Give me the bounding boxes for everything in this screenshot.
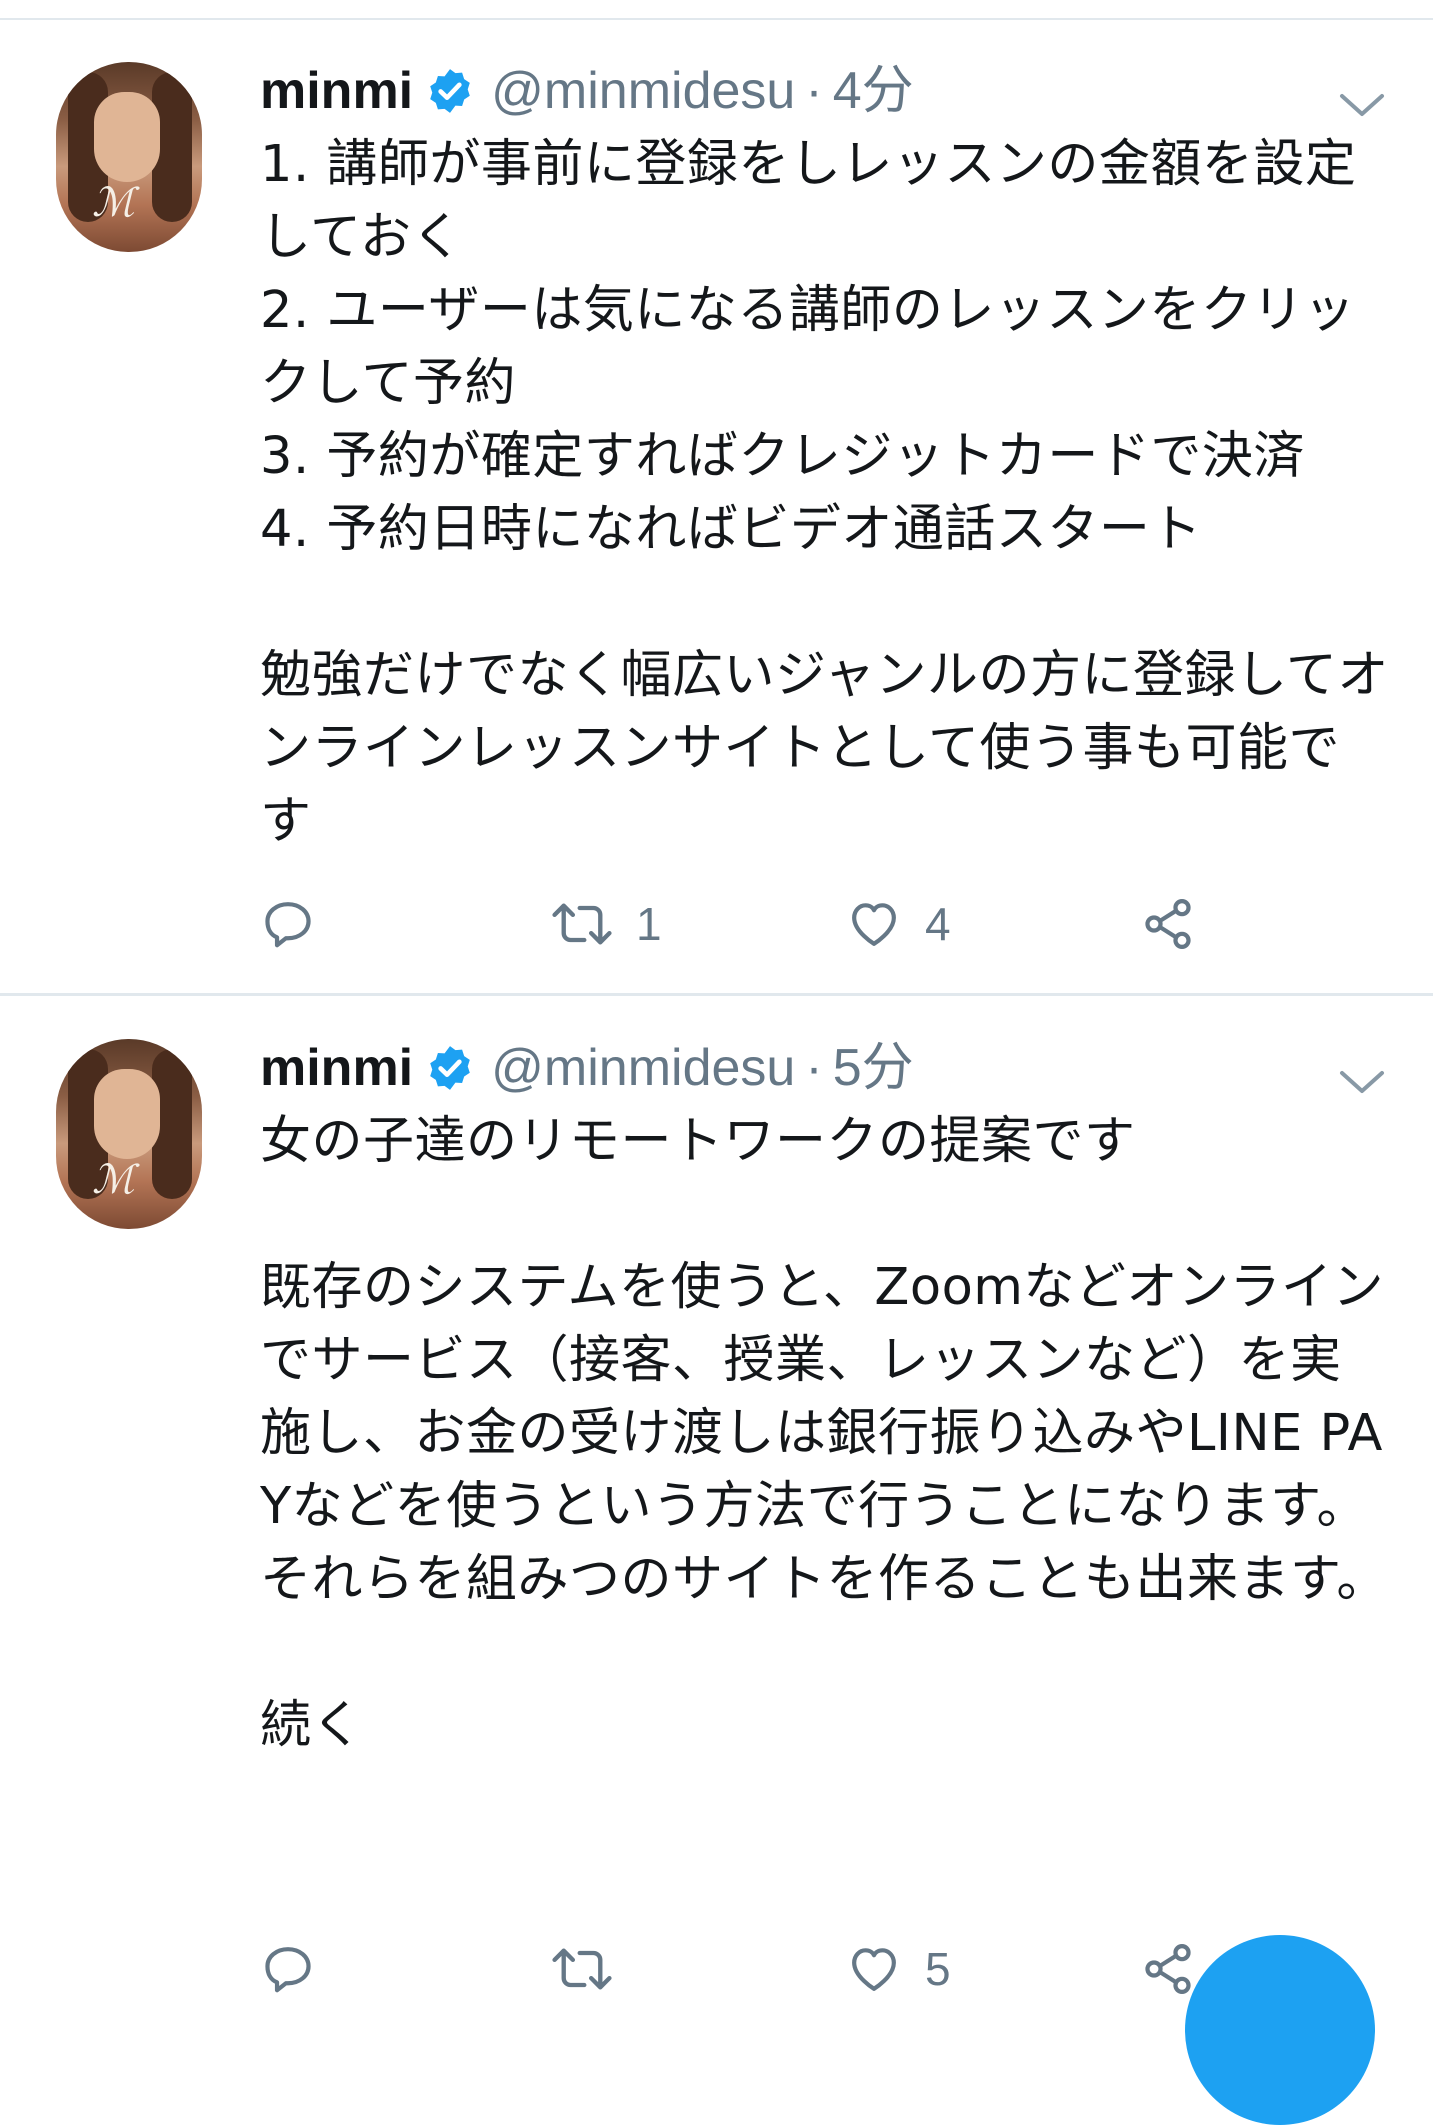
tweet-header: minmi @minmidesu · 5分 xyxy=(260,1031,1390,1105)
share-icon xyxy=(1145,1944,1191,1994)
reply-icon xyxy=(265,1947,311,1993)
reply-icon xyxy=(265,902,311,948)
timestamp[interactable]: 4分 xyxy=(833,54,914,128)
tweet-content: minmi @minmidesu · 4分 1. 講師が事前に登録をしレッスンの… xyxy=(260,54,1390,858)
share-icon xyxy=(1145,899,1191,949)
reply-button[interactable] xyxy=(260,1937,338,2001)
user-handle[interactable]: @minmidesu xyxy=(491,1031,795,1105)
separator-dot: · xyxy=(805,62,823,120)
tweet-header: minmi @minmidesu · 4分 xyxy=(260,54,1390,128)
verified-badge-icon xyxy=(430,1046,470,1090)
separator-dot: · xyxy=(805,1039,823,1097)
avatar-signature: ℳ xyxy=(92,180,135,226)
retweet-button[interactable]: 1 xyxy=(550,892,662,956)
tweet-text: 1. 講師が事前に登録をしレッスンの金額を設定しておく 2. ユーザーは気になる… xyxy=(260,135,1389,851)
tweet[interactable]: ℳ minmi @minmidesu · 4分 1. 講師が事前に登録をしレッス… xyxy=(0,20,1433,993)
retweet-icon xyxy=(552,1948,612,1990)
share-button[interactable] xyxy=(1140,892,1196,956)
tweet[interactable]: ℳ minmi @minmidesu · 5分 女の子達のリモートワークの提案で… xyxy=(0,997,1433,2010)
timestamp[interactable]: 5分 xyxy=(833,1031,914,1105)
heart-icon xyxy=(852,903,896,946)
compose-tweet-button[interactable] xyxy=(1185,1935,1375,2125)
display-name[interactable]: minmi xyxy=(260,54,413,128)
share-button[interactable] xyxy=(1140,1937,1196,2001)
retweet-count: 1 xyxy=(636,898,662,950)
display-name[interactable]: minmi xyxy=(260,1031,413,1105)
avatar[interactable]: ℳ xyxy=(56,1039,202,1229)
tweet-actions: 1 4 xyxy=(260,892,1260,956)
like-button[interactable]: 5 xyxy=(845,1937,951,2001)
like-button[interactable]: 4 xyxy=(845,892,951,956)
heart-icon xyxy=(852,1948,896,1991)
avatar[interactable]: ℳ xyxy=(56,62,202,252)
tweet-actions: 5 xyxy=(260,1937,1260,2001)
avatar-face xyxy=(94,92,160,182)
tweet-divider xyxy=(0,993,1433,996)
like-count: 4 xyxy=(925,898,951,950)
reply-button[interactable] xyxy=(260,892,338,956)
avatar-signature: ℳ xyxy=(92,1157,135,1203)
tweet-content: minmi @minmidesu · 5分 女の子達のリモートワークの提案です … xyxy=(260,1031,1390,1762)
user-handle[interactable]: @minmidesu xyxy=(491,54,795,128)
retweet-icon xyxy=(552,903,612,945)
retweet-button[interactable] xyxy=(550,1937,636,2001)
like-count: 5 xyxy=(925,1943,951,1995)
tweet-text: 女の子達のリモートワークの提案です 既存のシステムを使うと、Zoomなどオンライ… xyxy=(260,1112,1388,1755)
verified-badge-icon xyxy=(430,69,470,113)
avatar-face xyxy=(94,1069,160,1159)
